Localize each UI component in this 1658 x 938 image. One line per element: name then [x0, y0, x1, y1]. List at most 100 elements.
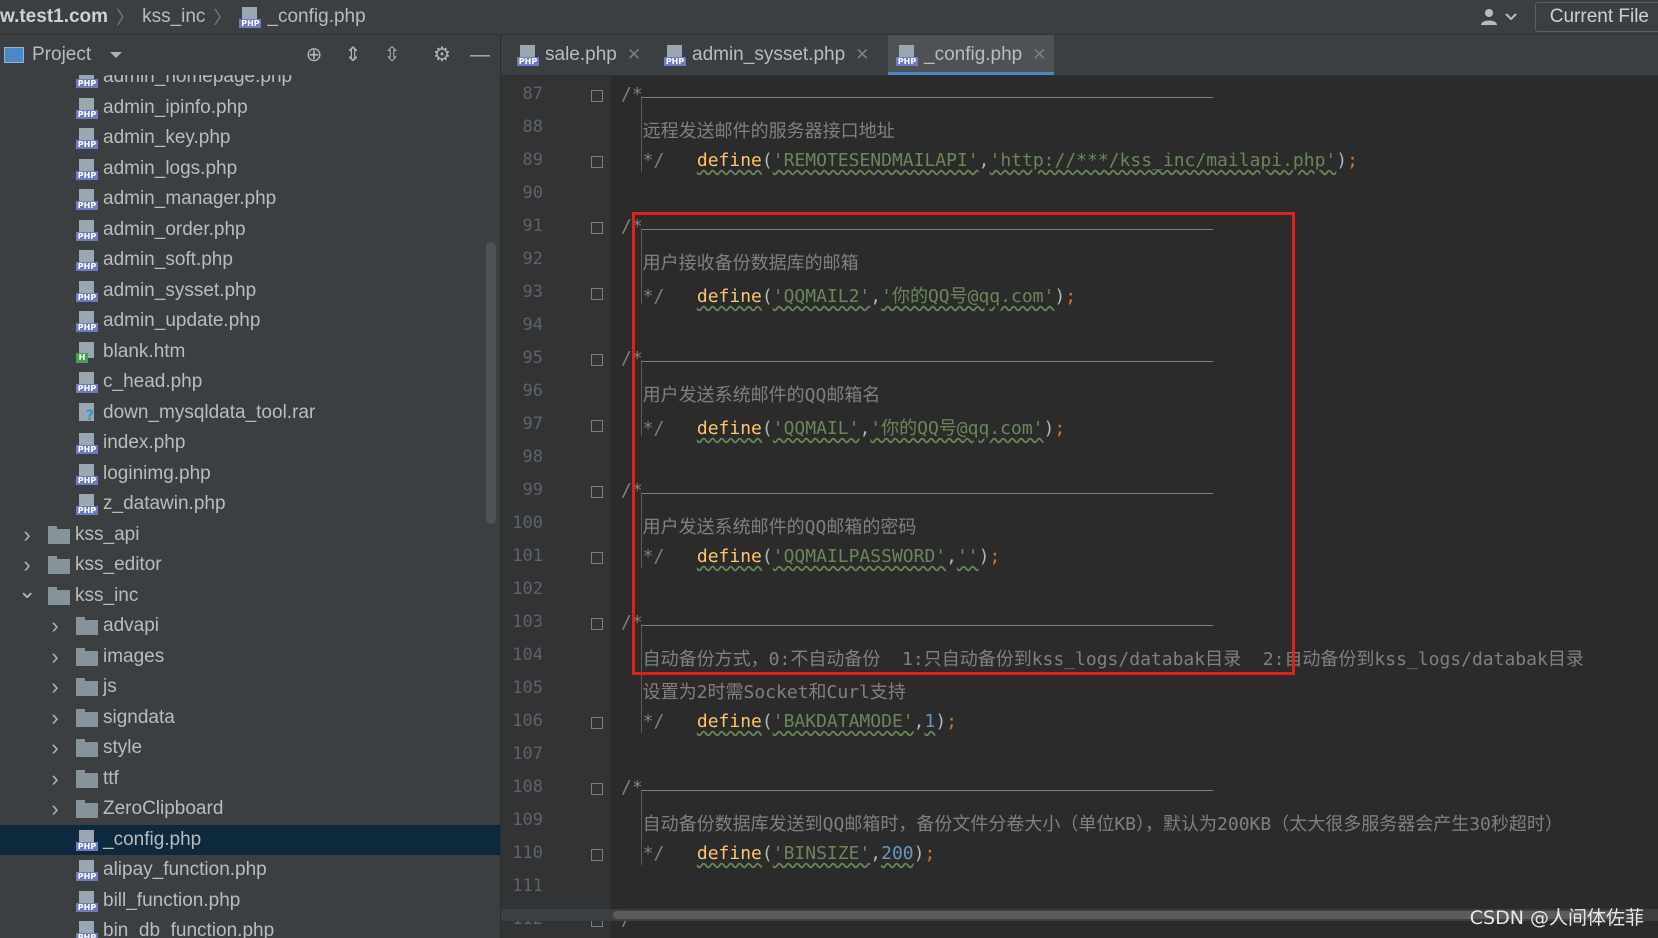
tree-item[interactable]: › signdata [0, 703, 500, 733]
tree-item[interactable]: › advapi [0, 611, 500, 641]
tree-item[interactable]: PHP admin_update.php [0, 306, 500, 336]
tree-item-label: style [103, 737, 143, 758]
line-number: 107 [512, 744, 543, 764]
fold-close-icon[interactable] [591, 156, 603, 168]
breadcrumb-file[interactable]: PHP _config.php [239, 6, 366, 28]
tree-item[interactable]: › images [0, 642, 500, 672]
folder-icon [76, 800, 98, 822]
fold-open-icon[interactable] [591, 486, 603, 498]
project-panel: Project ⊕ ⇕ ⇳ ⚙ — PHP admin_homepage.php P… [0, 35, 500, 938]
code-token: ) [913, 843, 925, 864]
tree-item[interactable]: PHP loginimg.php [0, 459, 500, 489]
breadcrumb-folder[interactable]: kss_inc [142, 6, 205, 28]
tree-item[interactable]: › ttf [0, 764, 500, 794]
line-number: 100 [512, 513, 543, 533]
tree-item[interactable]: › ZeroClipboard [0, 794, 500, 824]
minimize-icon[interactable]: — [468, 43, 492, 67]
tree-item[interactable]: › style [0, 733, 500, 763]
fold-close-icon[interactable] [591, 717, 603, 729]
close-icon[interactable]: ✕ [1032, 45, 1046, 65]
chevron-right-icon[interactable]: › [46, 613, 64, 639]
code-line: */ define('REMOTESENDMAILAPI','http://**… [621, 150, 1358, 171]
chevron-down-icon[interactable]: ⌄ [18, 578, 36, 604]
code-token: 自动备份数据库发送到QQ邮箱时，备份文件分卷大小（单位KB），默认为200KB（… [621, 814, 1563, 835]
chevron-right-icon[interactable]: › [18, 552, 36, 578]
folder-icon [76, 708, 98, 731]
tree-item[interactable]: PHP c_head.php [0, 367, 500, 397]
tree-item[interactable]: PHP z_datawin.php [0, 489, 500, 519]
tree-item[interactable]: PHP admin_sysset.php [0, 276, 500, 306]
code-token: */ [621, 711, 697, 732]
tree-item[interactable]: PHP admin_key.php [0, 123, 500, 153]
tree-item[interactable]: › js [0, 672, 500, 702]
fold-close-icon[interactable] [591, 552, 603, 564]
folder-icon [76, 647, 98, 670]
comment-rule [641, 97, 1213, 98]
vertical-scrollbar[interactable] [486, 242, 496, 524]
tree-item[interactable]: PHP admin_order.php [0, 215, 500, 245]
code-token: ) [935, 711, 947, 732]
chevron-right-icon[interactable]: › [46, 766, 64, 792]
code-line: */ define('BAKDATAMODE',1); [621, 711, 957, 732]
tree-item[interactable]: PHP bin_db_function.php [0, 916, 500, 938]
project-icon [4, 47, 24, 63]
tree-item[interactable]: PHP _config.php [0, 824, 500, 855]
code-line: 远程发送邮件的服务器接口地址 [621, 117, 895, 143]
tree-item[interactable]: PHP admin_manager.php [0, 184, 500, 214]
locate-icon[interactable]: ⊕ [302, 43, 326, 67]
tree-item[interactable]: Hblank.htm [0, 337, 500, 367]
tree-item[interactable]: ? down_mysqldata_tool.rar [0, 398, 500, 428]
tree-item[interactable]: PHP admin_soft.php [0, 245, 500, 275]
tree-item[interactable]: PHP bill_function.php [0, 886, 500, 916]
close-icon[interactable]: ✕ [855, 45, 869, 65]
breadcrumb-host[interactable]: w.test1.com [0, 6, 108, 28]
tree-item-label: admin_logs.php [103, 157, 238, 179]
editor-tab[interactable]: PHP sale.php ✕ [509, 35, 642, 75]
tree-item[interactable]: PHP index.php [0, 428, 500, 458]
comment-block-bar [641, 96, 642, 172]
tree-item-label: bin_db_function.php [103, 920, 275, 938]
fold-open-icon[interactable] [591, 90, 603, 102]
editor-tab[interactable]: PHP _config.php ✕ [888, 35, 1054, 75]
tree-item-label: loginimg.php [103, 462, 211, 484]
chevron-down-icon[interactable] [109, 51, 123, 60]
fold-close-icon[interactable] [591, 420, 603, 432]
line-number: 91 [522, 216, 543, 236]
editor-tab[interactable]: PHP admin_sysset.php ✕ [656, 35, 874, 75]
fold-open-icon[interactable] [591, 354, 603, 366]
line-number: 99 [522, 480, 543, 500]
tree-item[interactable]: PHP admin_logs.php [0, 154, 500, 184]
code-token: ( [761, 711, 773, 732]
expand-all-icon[interactable]: ⇕ [341, 43, 365, 67]
tree-item-label: kss_api [75, 523, 140, 545]
project-panel-title[interactable]: Project [32, 44, 91, 66]
line-number: 96 [522, 381, 543, 401]
tree-item[interactable]: PHP alipay_function.php [0, 855, 500, 885]
chevron-right-icon[interactable]: › [46, 796, 64, 822]
folder-icon [76, 678, 98, 700]
collapse-all-icon[interactable]: ⇳ [380, 43, 404, 67]
fold-open-icon[interactable] [591, 222, 603, 234]
chevron-right-icon[interactable]: › [18, 522, 36, 548]
fold-open-icon[interactable] [591, 618, 603, 630]
code-token: , [913, 711, 925, 732]
tree-item[interactable]: › kss_api [0, 520, 500, 550]
tree-item-label: admin_soft.php [103, 249, 233, 270]
tree-item[interactable]: ⌄ kss_inc [0, 578, 500, 611]
tree-item[interactable]: PHP admin_ipinfo.php [0, 93, 500, 123]
run-configuration-selector[interactable]: Current File [1534, 2, 1658, 32]
tree-item[interactable]: › kss_editor [0, 550, 500, 580]
chevron-right-icon[interactable]: › [46, 705, 64, 731]
code-token: ( [761, 150, 773, 171]
chevron-right-icon[interactable]: › [46, 644, 64, 670]
chevron-right-icon[interactable]: › [46, 674, 64, 700]
fold-close-icon[interactable] [591, 849, 603, 861]
fold-close-icon[interactable] [591, 288, 603, 300]
tree-item-label: admin_manager.php [103, 188, 277, 209]
chevron-right-icon[interactable]: › [46, 735, 64, 761]
close-icon[interactable]: ✕ [627, 45, 641, 65]
gear-icon[interactable]: ⚙ [430, 43, 454, 67]
fold-open-icon[interactable] [591, 783, 603, 795]
scrollbar-thumb[interactable] [613, 911, 1613, 919]
user-menu-button[interactable] [1477, 4, 1521, 30]
